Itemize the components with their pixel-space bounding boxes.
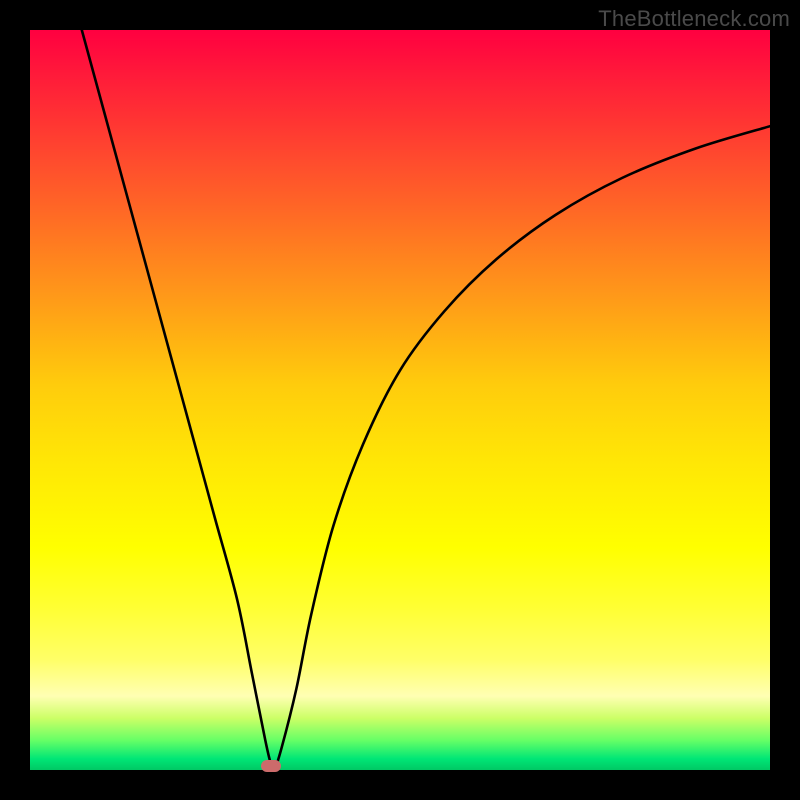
curve-svg	[30, 30, 770, 770]
chart-frame: TheBottleneck.com	[0, 0, 800, 800]
optimum-marker	[261, 760, 281, 772]
plot-area	[30, 30, 770, 770]
bottleneck-curve	[82, 30, 770, 770]
watermark-text: TheBottleneck.com	[598, 6, 790, 32]
